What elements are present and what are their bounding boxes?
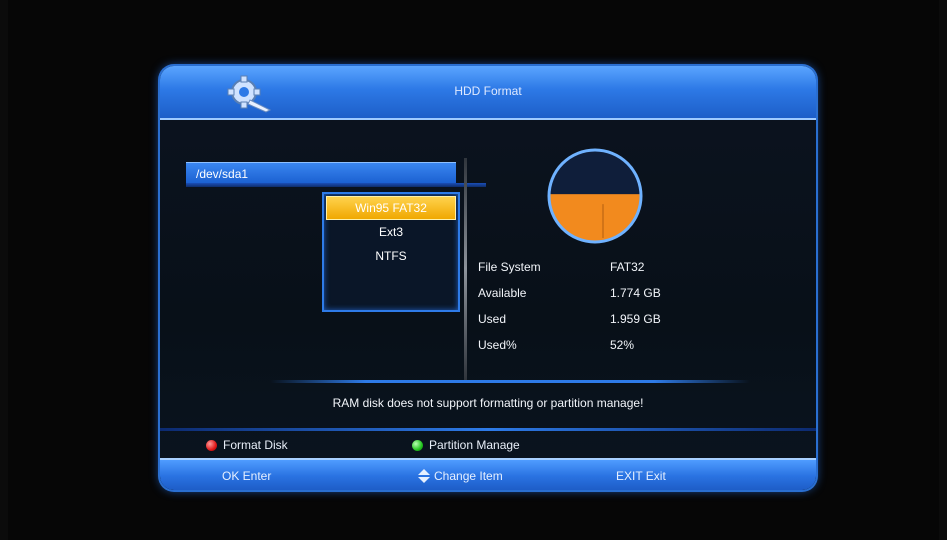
tv-screen: HDD Format /dev/sda1 Win95 FAT32 Ext3 NT… (8, 0, 939, 540)
hdd-format-dialog: HDD Format /dev/sda1 Win95 FAT32 Ext3 NT… (160, 66, 816, 490)
partition-manage-hint[interactable]: Partition Manage (412, 438, 520, 452)
change-item-hint[interactable]: Change Item (418, 469, 503, 483)
vertical-divider (464, 158, 467, 380)
color-key-hints: Format Disk Partition Manage (160, 434, 816, 456)
notice-message: RAM disk does not support formatting or … (332, 396, 644, 410)
info-row-used: Used 1.959 GB (478, 306, 718, 332)
device-underline (186, 183, 486, 187)
page-title: HDD Format (454, 84, 522, 98)
info-row-available: Available 1.774 GB (478, 280, 718, 306)
change-item-label: Change Item (434, 469, 503, 483)
partition-manage-label: Partition Manage (429, 438, 520, 452)
green-dot-icon (412, 439, 423, 451)
ok-enter-label: OK Enter (222, 469, 272, 483)
info-row-used-percent: Used% 52% (478, 332, 718, 358)
disk-info: File System FAT32 Available 1.774 GB Use… (478, 254, 718, 358)
red-dot-icon (206, 439, 217, 451)
footer-bar: OK Enter Change Item EXIT Exit (160, 458, 816, 490)
info-key: Used% (478, 338, 517, 352)
info-key: File System (478, 260, 541, 274)
content-divider (270, 380, 750, 383)
info-value: FAT32 (610, 260, 645, 274)
info-key: Available (478, 286, 527, 300)
format-disk-hint[interactable]: Format Disk (206, 438, 288, 452)
filesystem-option-ntfs[interactable]: NTFS (324, 244, 458, 268)
filesystem-menu: Win95 FAT32 Ext3 NTFS (322, 192, 460, 312)
info-value: 1.959 GB (610, 312, 661, 326)
info-key: Used (478, 312, 507, 326)
up-down-arrows-icon (418, 469, 430, 483)
title-bar: HDD Format (160, 66, 816, 120)
device-label[interactable]: /dev/sda1 (186, 162, 456, 184)
format-disk-label: Format Disk (223, 438, 288, 452)
disk-usage-chart (547, 148, 643, 244)
exit-hint[interactable]: EXIT Exit (616, 469, 666, 483)
info-row-filesystem: File System FAT32 (478, 254, 718, 280)
disk-used-area (549, 194, 641, 242)
ok-enter-hint[interactable]: OK Enter (222, 469, 271, 483)
hint-separator (160, 428, 816, 431)
exit-label: EXIT Exit (616, 469, 666, 483)
info-value: 1.774 GB (610, 286, 661, 300)
filesystem-option-fat32[interactable]: Win95 FAT32 (326, 196, 456, 220)
filesystem-option-ext3[interactable]: Ext3 (324, 220, 458, 244)
info-value: 52% (610, 338, 635, 352)
